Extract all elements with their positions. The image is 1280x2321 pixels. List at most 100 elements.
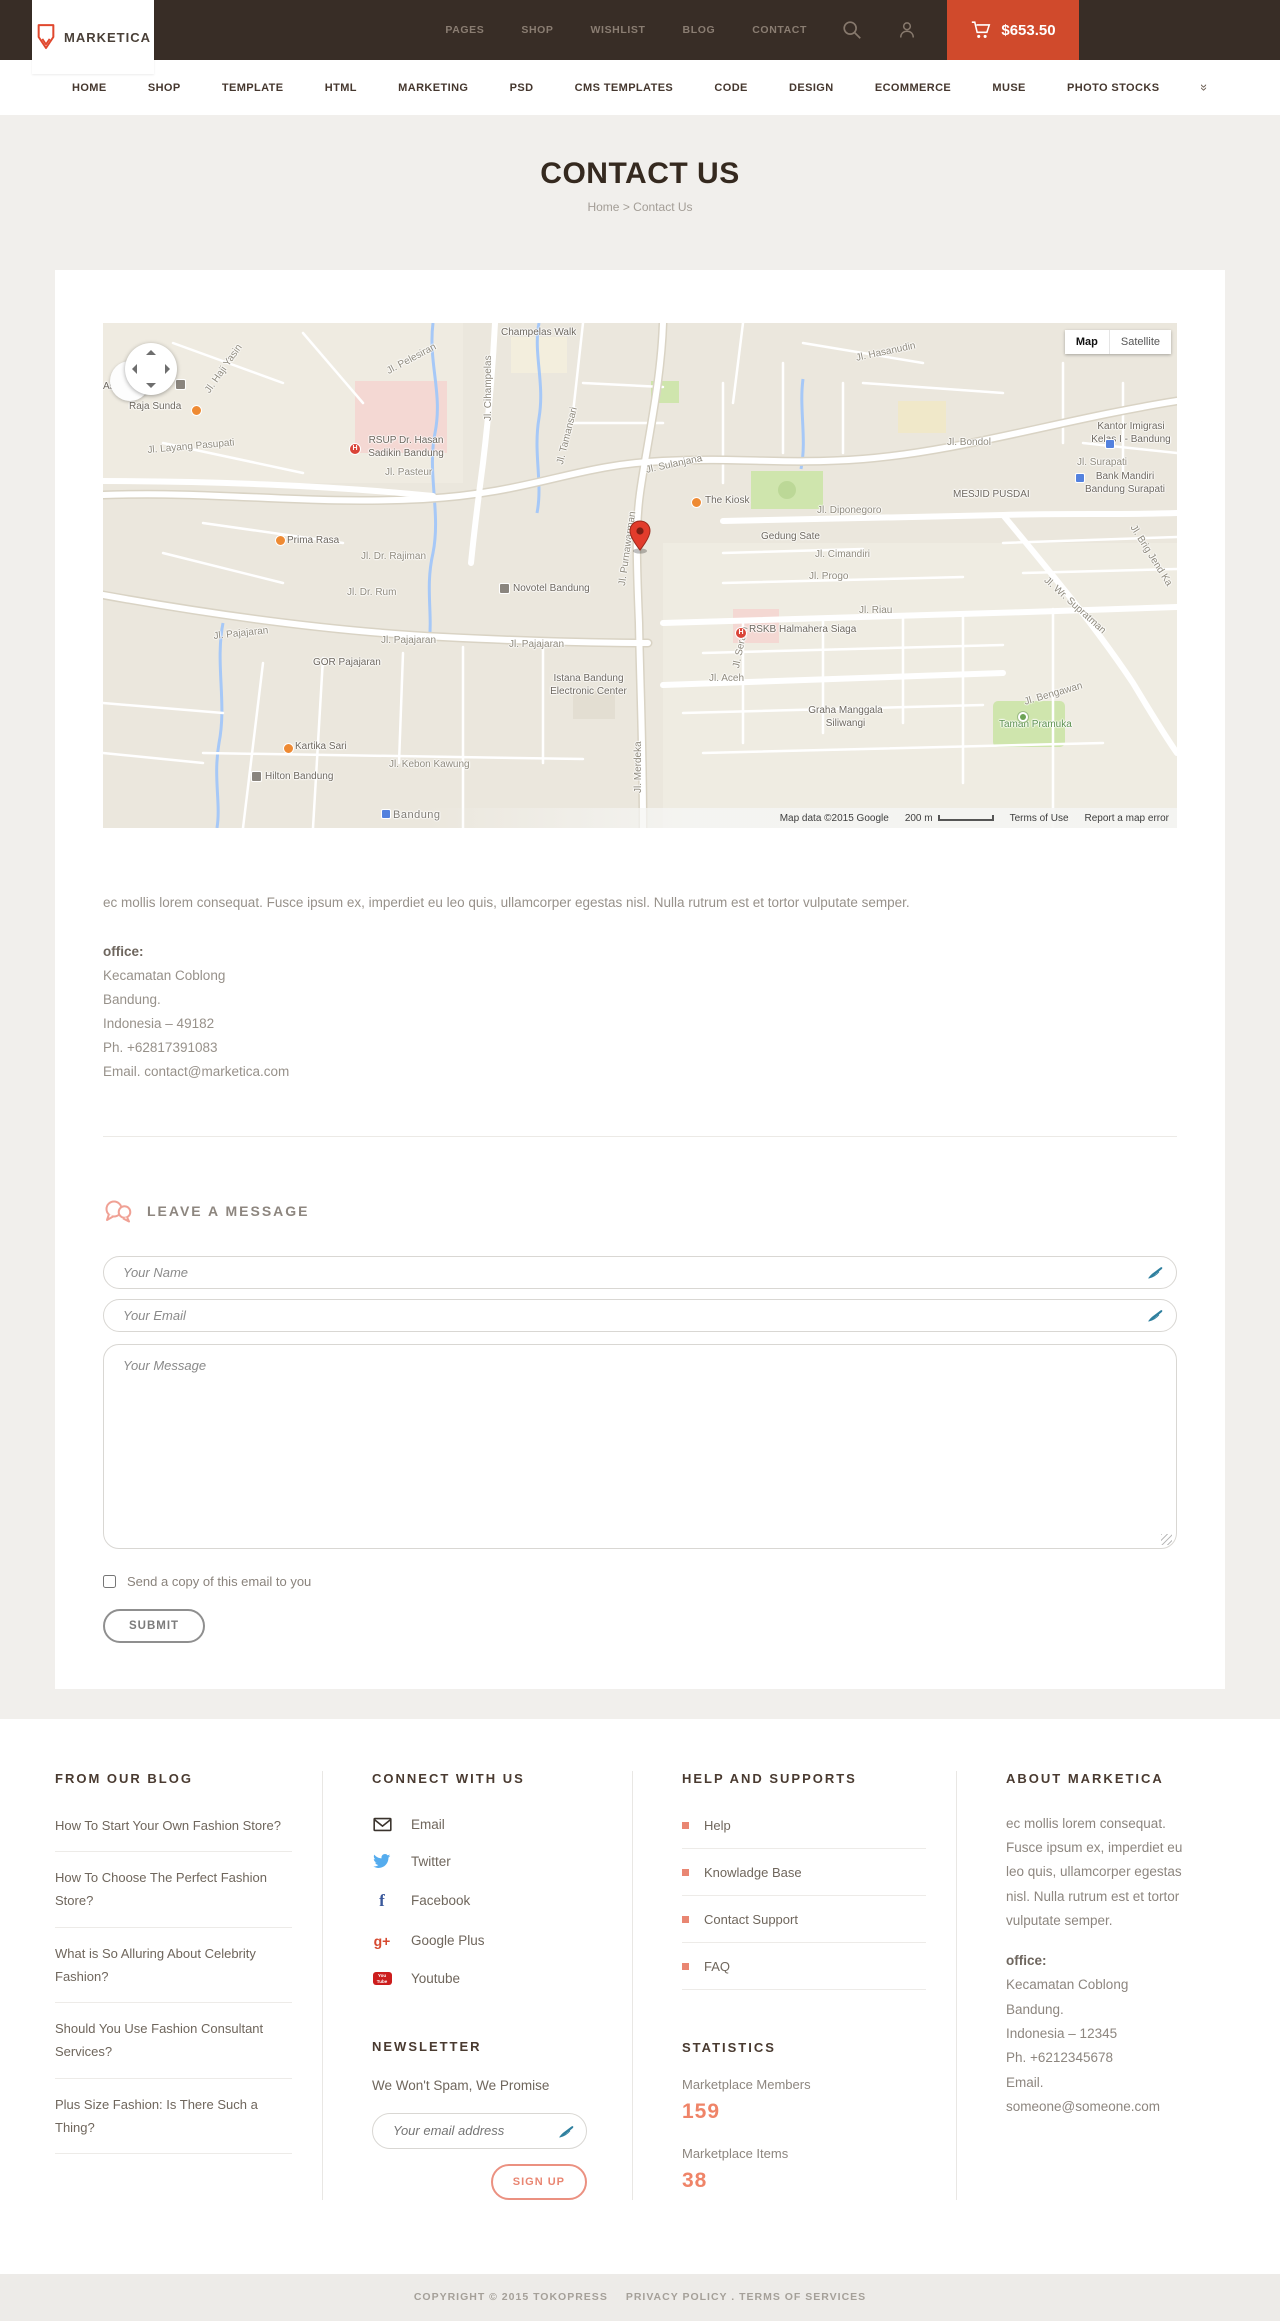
lodging-poi-icon	[175, 379, 186, 390]
cart-button[interactable]: $653.50	[947, 0, 1079, 60]
brand-logo[interactable]: MARKETICA	[32, 0, 154, 74]
blog-heading: FROM OUR BLOG	[55, 1770, 193, 1786]
footer-connect-column: CONNECT WITH US Email Twitter f Facebook…	[323, 1770, 633, 2200]
menu-shop[interactable]: SHOP	[148, 82, 181, 94]
map-label: Hilton Bandung	[265, 771, 334, 782]
top-nav: PAGES SHOP WISHLIST BLOG CONTACT	[445, 24, 807, 36]
pan-left-icon[interactable]	[132, 364, 137, 374]
top-nav-blog[interactable]: BLOG	[683, 24, 716, 36]
location-marker-icon[interactable]	[627, 519, 653, 560]
pen-icon	[1147, 1264, 1164, 1286]
map-label: Novotel Bandung	[513, 583, 590, 594]
footer: FROM OUR BLOG How To Start Your Own Fash…	[0, 1718, 1280, 2274]
stat-members-label: Marketplace Members	[682, 2076, 811, 2092]
top-nav-shop[interactable]: SHOP	[521, 24, 553, 36]
map-label: MESJID PUSDAI	[953, 489, 1030, 500]
menu-cms-templates[interactable]: CMS TEMPLATES	[575, 82, 674, 94]
signup-button[interactable]: SIGN UP	[490, 2163, 587, 2200]
map-scalebar: 200 m	[905, 813, 994, 824]
blog-link[interactable]: How To Choose The Perfect Fashion Store?	[55, 1852, 292, 1928]
menu-psd[interactable]: PSD	[510, 82, 534, 94]
map-report-link[interactable]: Report a map error	[1085, 813, 1169, 824]
menu-marketing[interactable]: MARKETING	[398, 82, 468, 94]
square-bullet-icon	[682, 1962, 689, 1970]
help-link[interactable]: Help	[682, 1802, 926, 1849]
map-label: Jl. Progo	[809, 571, 849, 582]
menu-html[interactable]: HTML	[325, 82, 357, 94]
contact-card: Champelas Walk Jl. Hasanudin Jl. Pelesir…	[55, 270, 1225, 1689]
help-link[interactable]: Contact Support	[682, 1896, 926, 1943]
form-heading-text: LEAVE A MESSAGE	[147, 1203, 310, 1220]
social-email-link[interactable]: Email	[372, 1806, 602, 1843]
map-type-map-button[interactable]: Map	[1064, 330, 1110, 354]
name-input[interactable]	[103, 1255, 1177, 1289]
top-nav-wishlist[interactable]: WISHLIST	[591, 24, 646, 36]
map-terms-link[interactable]: Terms of Use	[1010, 813, 1069, 824]
about-text: ec mollis lorem consequat. Fusce ipsum e…	[1006, 1815, 1183, 1928]
help-link[interactable]: Knowladge Base	[682, 1849, 926, 1896]
user-icon[interactable]	[897, 20, 917, 40]
breadcrumb-home[interactable]: Home	[587, 200, 619, 214]
stat-items-label: Marketplace Items	[682, 2145, 789, 2161]
newsletter-email-input[interactable]	[372, 2112, 587, 2149]
menu-muse[interactable]: MUSE	[992, 82, 1025, 94]
about-office-line: Kecamatan Coblong	[1006, 1977, 1129, 1993]
menu-ecommerce[interactable]: ECOMMERCE	[875, 82, 951, 94]
blog-link[interactable]: What is So Alluring About Celebrity Fash…	[55, 1928, 292, 2004]
social-twitter-link[interactable]: Twitter	[372, 1843, 602, 1880]
restaurant-poi-icon	[275, 535, 286, 546]
map-label: Jl. Merdeka	[633, 741, 644, 793]
social-label: Youtube	[411, 1970, 461, 1986]
map-pan-control[interactable]	[125, 343, 177, 395]
map-label: Jl. Riau	[859, 605, 893, 616]
facebook-icon: f	[379, 1890, 385, 1910]
contact-intro: ec mollis lorem consequat. Fusce ipsum e…	[103, 895, 910, 910]
social-facebook-link[interactable]: f Facebook	[372, 1880, 602, 1922]
map-label: Prima Rasa	[287, 535, 340, 546]
top-nav-contact[interactable]: CONTACT	[752, 24, 807, 36]
send-copy-checkbox[interactable]	[103, 1574, 116, 1588]
restaurant-poi-icon	[283, 743, 294, 754]
map-type-satellite-button[interactable]: Satellite	[1109, 330, 1171, 354]
blog-link[interactable]: Should You Use Fashion Consultant Servic…	[55, 2003, 292, 2079]
leave-message-section: LEAVE A MESSAGE Send a copy of this emai…	[103, 1135, 1177, 1643]
menu-design[interactable]: DESIGN	[789, 82, 834, 94]
park-poi-icon	[1017, 711, 1029, 723]
map-label: Istana Bandung Electronic Center	[550, 673, 627, 697]
breadcrumb-separator: >	[622, 200, 630, 214]
menu-more-chevron-icon[interactable]: »	[1197, 84, 1212, 91]
map-label: Jl. Diponegoro	[817, 505, 882, 516]
help-link[interactable]: FAQ	[682, 1943, 926, 1990]
menu-template[interactable]: TEMPLATE	[222, 82, 284, 94]
search-icon[interactable]	[841, 19, 863, 41]
pan-right-icon[interactable]	[165, 364, 170, 374]
office-poi-icon	[1105, 439, 1115, 449]
email-input[interactable]	[103, 1298, 1177, 1332]
pan-up-icon[interactable]	[146, 350, 156, 355]
office-line: Indonesia – 49182	[103, 1015, 215, 1031]
message-textarea[interactable]	[103, 1343, 1177, 1549]
help-label: Knowladge Base	[704, 1864, 802, 1880]
blog-link[interactable]: How To Start Your Own Fashion Store?	[55, 1800, 292, 1853]
google-map[interactable]: Champelas Walk Jl. Hasanudin Jl. Pelesir…	[103, 323, 1177, 828]
social-label: Facebook	[411, 1893, 471, 1909]
copyright-bar: COPYRIGHT © 2015 TOKOPRESS PRIVACY POLIC…	[0, 2273, 1280, 2321]
social-googleplus-link[interactable]: g+ Google Plus	[372, 1922, 602, 1960]
top-nav-pages[interactable]: PAGES	[445, 24, 484, 36]
social-list: Email Twitter f Facebook g+ Google Plus …	[372, 1806, 602, 1997]
map-label: Jl. Aceh	[709, 673, 745, 684]
tag-icon	[37, 24, 55, 50]
menu-code[interactable]: CODE	[714, 82, 747, 94]
youtube-icon: You Tube	[372, 1971, 392, 1985]
pan-down-icon[interactable]	[146, 383, 156, 388]
legal-links[interactable]: PRIVACY POLICY . TERMS OF SERVICES	[626, 2291, 866, 2303]
office-label: office:	[103, 943, 144, 959]
blog-link[interactable]: Plus Size Fashion: Is There Such a Thing…	[55, 2079, 292, 2155]
map-label: Jl. Pasteur	[385, 467, 433, 478]
menu-photo-stocks[interactable]: PHOTO STOCKS	[1067, 82, 1159, 94]
resize-grip-icon[interactable]	[1161, 1533, 1172, 1545]
social-youtube-link[interactable]: You Tube Youtube	[372, 1960, 602, 1997]
about-office-block: office: Kecamatan Coblong Bandung. Indon…	[1006, 1949, 1195, 2119]
submit-button[interactable]: SUBMIT	[103, 1608, 206, 1643]
menu-home[interactable]: HOME	[72, 82, 107, 94]
